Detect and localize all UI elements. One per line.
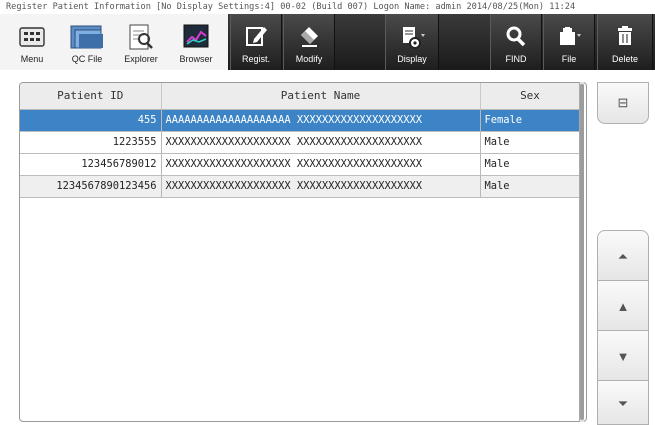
window-title: Register Patient Information [No Display… [6, 2, 576, 12]
qc-file-button[interactable]: QC File [59, 14, 115, 70]
register-label: Regist. [241, 54, 270, 64]
browser-button[interactable]: Browser [168, 14, 224, 70]
patient-id-cell: 1234567890123456 [20, 175, 162, 198]
table-header-row: Patient ID Patient Name Sex [20, 83, 581, 110]
column-header-patient-name[interactable]: Patient Name [161, 83, 481, 110]
explorer-icon [129, 24, 153, 50]
patient-id-cell: 1223555 [20, 131, 162, 154]
last-page-button[interactable]: ⏷ [597, 380, 649, 425]
register-button[interactable]: Regist. [230, 14, 282, 70]
delete-button[interactable]: Delete [597, 14, 653, 70]
details-icon: ⊟ [617, 95, 629, 110]
down-arrow-icon: ▼ [616, 349, 630, 364]
patient-name-cell: XXXXXXXXXXXXXXXXXXXX XXXXXXXXXXXXXXXXXXX… [161, 153, 481, 176]
table-row[interactable]: 123456789012 XXXXXXXXXXXXXXXXXXXX XXXXXX… [20, 153, 581, 176]
sex-cell: Male [480, 131, 581, 154]
browser-label: Browser [179, 54, 213, 64]
double-down-arrow-icon: ⏷ [617, 396, 629, 411]
first-page-button[interactable]: ⏶ [597, 230, 649, 281]
patient-table-frame: Patient ID Patient Name Sex 455 AAAAAAAA… [19, 82, 587, 422]
display-settings-icon [403, 27, 425, 49]
search-icon [506, 26, 526, 47]
file-label: File [561, 54, 577, 64]
table-row[interactable]: 1234567890123456 XXXXXXXXXXXXXXXXXXXX XX… [20, 175, 581, 198]
sex-cell: Male [480, 175, 581, 198]
display-button[interactable]: Display [385, 14, 439, 70]
patient-name-cell: AAAAAAAAAAAAAAAAAAAA XXXXXXXXXXXXXXXXXXX… [161, 109, 481, 132]
table-scrollbar-thumb[interactable] [580, 84, 584, 420]
explorer-label: Explorer [124, 54, 158, 64]
edit-pencil-icon [246, 27, 267, 46]
display-label: Display [397, 54, 427, 64]
column-header-sex[interactable]: Sex [480, 83, 581, 110]
qc-file-label: QC File [71, 54, 103, 64]
sex-cell: Male [480, 153, 581, 176]
toolbar: Menu QC File Explorer Browser Regist. Mo… [0, 14, 655, 70]
browser-icon [183, 24, 209, 48]
table-row[interactable]: 1223555 XXXXXXXXXXXXXXXXXXXX XXXXXXXXXXX… [20, 131, 581, 154]
menu-icon [19, 27, 45, 47]
patient-name-cell: XXXXXXXXXXXXXXXXXXXX XXXXXXXXXXXXXXXXXXX… [161, 131, 481, 154]
find-label: FIND [505, 54, 527, 64]
menu-label: Menu [20, 54, 44, 64]
trash-icon [618, 26, 632, 45]
sex-cell: Female [480, 109, 581, 132]
column-header-patient-id[interactable]: Patient ID [20, 83, 162, 110]
menu-button[interactable]: Menu [4, 14, 60, 70]
double-up-arrow-icon: ⏶ [617, 249, 629, 264]
file-icon [560, 27, 581, 45]
eraser-icon [301, 27, 318, 47]
previous-button[interactable]: ▲ [597, 280, 649, 331]
next-button[interactable]: ▼ [597, 330, 649, 381]
patient-id-cell: 123456789012 [20, 153, 162, 176]
modify-label: Modify [295, 54, 323, 64]
table-row[interactable]: 455 AAAAAAAAAAAAAAAAAAAA XXXXXXXXXXXXXXX… [20, 109, 581, 132]
patient-id-cell: 455 [20, 109, 162, 132]
file-button[interactable]: File [543, 14, 595, 70]
delete-label: Delete [611, 54, 638, 64]
up-arrow-icon: ▲ [616, 299, 630, 314]
explorer-button[interactable]: Explorer [113, 14, 169, 70]
patient-table: Patient ID Patient Name Sex 455 AAAAAAAA… [20, 83, 581, 198]
find-button[interactable]: FIND [490, 14, 542, 70]
details-button[interactable]: ⊟ [597, 82, 649, 124]
table-scrollbar[interactable] [579, 82, 584, 422]
modify-button[interactable]: Modify [283, 14, 335, 70]
patient-name-cell: XXXXXXXXXXXXXXXXXXXX XXXXXXXXXXXXXXXXXXX… [161, 175, 481, 198]
qc-file-icon [70, 25, 103, 49]
